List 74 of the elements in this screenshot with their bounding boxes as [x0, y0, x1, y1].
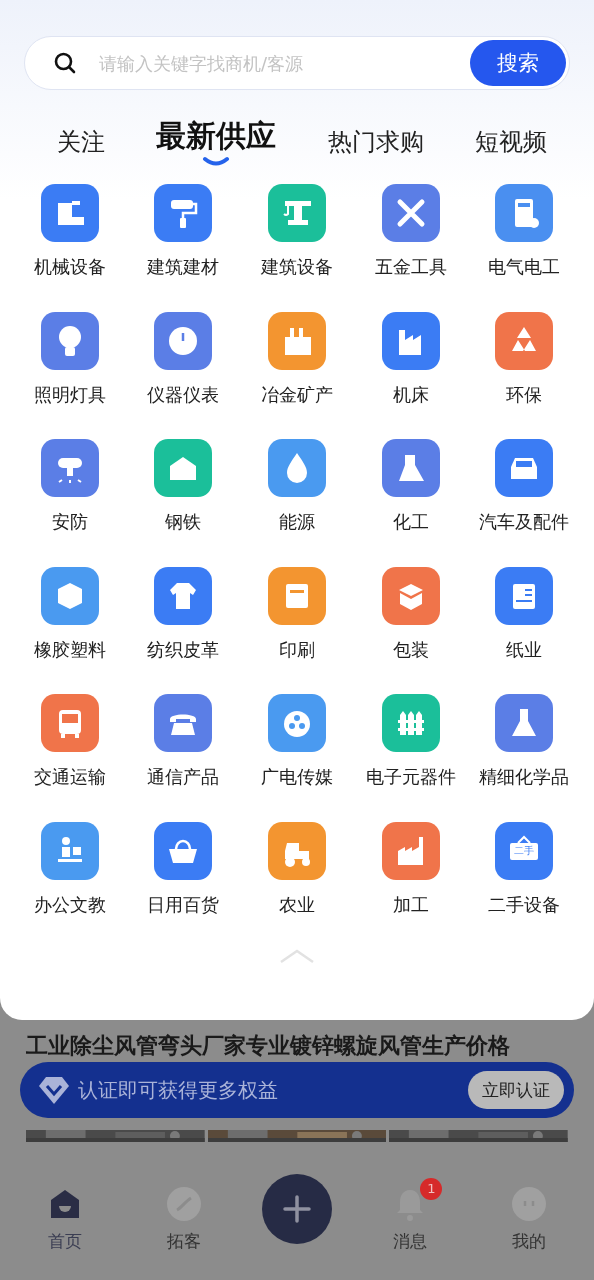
category-label[interactable]: 包装 — [392, 636, 429, 663]
category-label[interactable]: 交通运输 — [33, 764, 106, 790]
factory-icon[interactable] — [381, 311, 440, 370]
water-drop-icon[interactable] — [268, 439, 326, 497]
category-tab[interactable]: 关注 — [57, 123, 105, 161]
desk-figure-icon[interactable] — [40, 821, 99, 880]
category-label[interactable]: 机床 — [392, 381, 429, 408]
category-label[interactable]: 二手设备 — [488, 891, 561, 918]
category-label[interactable]: 照明灯具 — [33, 381, 106, 408]
nav-tab[interactable]: 拓客 — [143, 1175, 224, 1253]
paint-roller-icon[interactable] — [154, 184, 213, 242]
light-bulb-icon[interactable] — [40, 311, 99, 370]
jacket-icon[interactable] — [154, 566, 213, 625]
tractor-icon[interactable] — [268, 821, 326, 880]
security-camera-icon[interactable] — [40, 439, 99, 497]
bus-icon[interactable] — [40, 694, 99, 752]
telephone-icon[interactable] — [154, 694, 213, 752]
crane-icon[interactable] — [268, 184, 326, 242]
category-label[interactable]: 通信产品 — [147, 764, 220, 790]
category-label[interactable]: 印刷 — [279, 636, 315, 663]
factory-icon[interactable] — [268, 311, 326, 370]
search-field[interactable]: 请输入关键字找商机/客源 — [97, 51, 450, 75]
category-label[interactable]: 纺织皮革 — [147, 636, 220, 663]
category-label[interactable]: 纸业 — [506, 636, 543, 663]
printer-icon[interactable] — [268, 566, 326, 625]
category-label[interactable]: 精细化学品 — [479, 764, 570, 790]
plus-icon — [281, 1194, 312, 1224]
recycle-icon[interactable] — [495, 311, 554, 370]
category-label[interactable]: 机械设备 — [33, 254, 106, 280]
category-label[interactable]: 广电传媒 — [261, 764, 333, 790]
basket-icon[interactable] — [154, 821, 213, 880]
tools-icon[interactable] — [381, 184, 440, 242]
category-tab[interactable]: 热门求购 — [327, 123, 424, 161]
category-label[interactable]: 钢铁 — [165, 509, 202, 535]
category-label[interactable]: 农业 — [279, 891, 315, 918]
flask-icon[interactable] — [381, 439, 440, 497]
category-label[interactable]: 电气电工 — [488, 254, 561, 280]
tab-indicator — [202, 156, 231, 166]
factory-icon[interactable] — [381, 821, 440, 880]
category-label[interactable]: 汽车及配件 — [479, 509, 570, 535]
diamond-icon — [38, 1075, 70, 1105]
unread-badge: 1 — [420, 1177, 443, 1200]
category-label[interactable]: 日用百货 — [147, 891, 220, 918]
search-button[interactable]: 搜索 — [470, 40, 566, 86]
category-label[interactable]: 安防 — [51, 509, 88, 535]
search-bar[interactable]: 请输入关键字找商机/客源 搜索 — [24, 36, 570, 90]
category-label[interactable]: 化工 — [392, 509, 429, 535]
newspaper-icon[interactable] — [495, 566, 554, 625]
sign-icon[interactable]: 二手 — [495, 821, 554, 880]
category-label[interactable]: 电子元器件 — [365, 764, 456, 790]
category-tab[interactable]: 最新供应 — [156, 114, 277, 170]
verify-button[interactable]: 立即认证 — [468, 1071, 564, 1109]
nav-tab[interactable]: 我的 — [488, 1175, 569, 1253]
flask-icon[interactable] — [495, 694, 554, 752]
category-label[interactable]: 橡胶塑料 — [33, 636, 106, 663]
nav-tab[interactable]: 1 消息 — [370, 1175, 451, 1253]
category-label[interactable]: 冶金矿产 — [261, 381, 333, 408]
category-label[interactable]: 办公文教 — [33, 891, 106, 918]
category-tab[interactable]: 短视频 — [475, 123, 547, 161]
search-icon — [53, 51, 77, 75]
category-label[interactable]: 加工 — [392, 891, 429, 918]
category-label[interactable]: 建筑建材 — [147, 254, 220, 280]
cube-icon[interactable] — [40, 566, 99, 625]
category-label[interactable]: 五金工具 — [374, 254, 447, 280]
film-reel-icon[interactable] — [268, 694, 326, 752]
category-label[interactable]: 建筑设备 — [261, 254, 333, 280]
fence-icon[interactable] — [381, 694, 440, 752]
category-label[interactable]: 环保 — [506, 381, 543, 408]
gauge-icon[interactable] — [154, 311, 213, 370]
category-label[interactable]: 能源 — [279, 509, 315, 535]
banner-text: 认证即可获得更多权益 — [78, 1076, 279, 1104]
box-icon[interactable] — [381, 566, 440, 625]
post-title: 工业除尘风管弯头厂家专业镀锌螺旋风管生产价格 — [26, 1032, 511, 1060]
category-label[interactable]: 仪器仪表 — [147, 381, 220, 408]
